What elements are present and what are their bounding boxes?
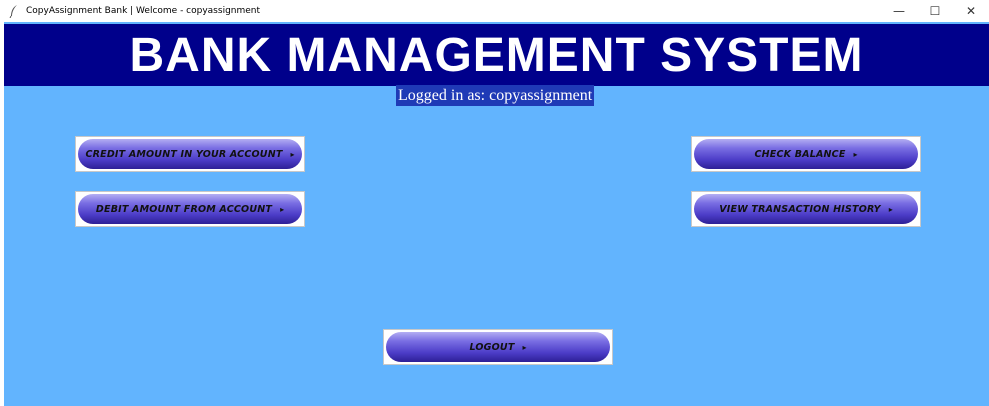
check-balance-label: CHECK BALANCE [754,148,846,160]
credit-amount-button[interactable]: CREDIT AMOUNT IN YOUR ACCOUNT ▸ [75,136,305,172]
chevron-right-icon: ▸ [853,149,858,159]
window-controls: — ☐ ✕ [881,0,989,22]
credit-amount-label: CREDIT AMOUNT IN YOUR ACCOUNT [85,148,283,160]
view-transaction-history-label: VIEW TRANSACTION HISTORY [719,203,881,215]
view-transaction-history-button[interactable]: VIEW TRANSACTION HISTORY ▸ [691,191,921,227]
app-window: CopyAssignment Bank | Welcome - copyassi… [0,0,989,406]
debit-amount-pill: DEBIT AMOUNT FROM ACCOUNT ▸ [78,194,302,224]
header-banner: BANK MANAGEMENT SYSTEM [4,24,989,86]
chevron-right-icon: ▸ [522,342,527,352]
check-balance-pill: CHECK BALANCE ▸ [694,139,918,169]
feather-icon [6,3,22,19]
maximize-button[interactable]: ☐ [917,0,953,22]
chevron-right-icon: ▸ [888,204,893,214]
credit-amount-pill: CREDIT AMOUNT IN YOUR ACCOUNT ▸ [78,139,302,169]
chevron-right-icon: ▸ [280,204,285,214]
debit-amount-button[interactable]: DEBIT AMOUNT FROM ACCOUNT ▸ [75,191,305,227]
window-title: CopyAssignment Bank | Welcome - copyassi… [26,6,261,16]
close-button[interactable]: ✕ [953,0,989,22]
check-balance-button[interactable]: CHECK BALANCE ▸ [691,136,921,172]
view-transaction-history-pill: VIEW TRANSACTION HISTORY ▸ [694,194,918,224]
logout-pill: LOGOUT ▸ [386,332,610,362]
debit-amount-label: DEBIT AMOUNT FROM ACCOUNT [95,203,273,215]
chevron-right-icon: ▸ [290,149,295,159]
title-bar[interactable]: CopyAssignment Bank | Welcome - copyassi… [0,0,989,22]
logout-button[interactable]: LOGOUT ▸ [383,329,613,365]
main-panel: BANK MANAGEMENT SYSTEM Logged in as: cop… [4,22,989,406]
logout-label: LOGOUT [469,341,515,353]
page-title: BANK MANAGEMENT SYSTEM [129,28,864,82]
minimize-button[interactable]: — [881,0,917,22]
logged-in-label: Logged in as: copyassignment [396,85,595,106]
